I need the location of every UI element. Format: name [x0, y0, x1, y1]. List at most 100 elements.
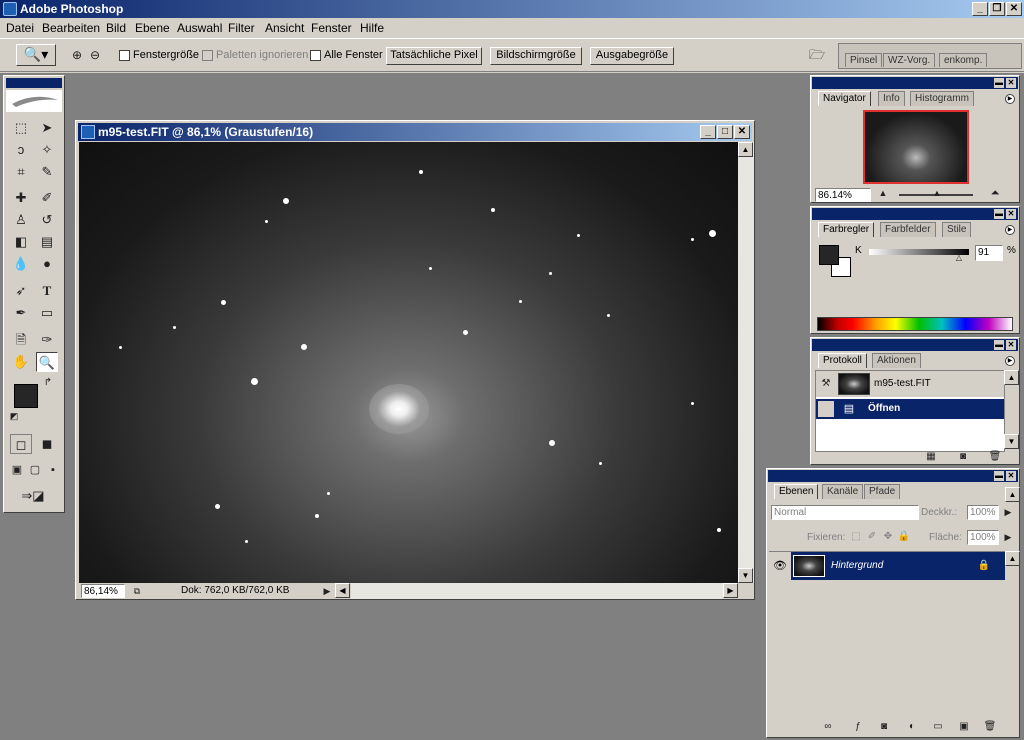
alle-fenster-checkbox[interactable] — [310, 50, 321, 61]
new-snapshot-icon[interactable]: ◙ — [955, 450, 971, 464]
jump-to-imageready-icon[interactable]: ⇒◪ — [10, 486, 56, 506]
scroll-down-button[interactable]: ▼ — [738, 568, 753, 583]
scroll-up-button[interactable]: ▲ — [738, 142, 753, 157]
navigator-zoom-field[interactable]: 86.14% — [815, 188, 871, 202]
menu-filter[interactable]: Filter — [228, 21, 255, 35]
lock-transparency-icon[interactable]: ⬚ — [849, 529, 863, 545]
paletten-ignorieren-checkbox[interactable] — [202, 50, 213, 61]
layers-palette-header[interactable]: ▬ ✕ — [768, 470, 1018, 482]
history-snapshot-row[interactable]: ⚒ m95-test.FIT — [816, 371, 1004, 397]
navigator-thumbnail[interactable] — [863, 110, 969, 184]
screen-mode-full-icon[interactable]: ▪ — [44, 460, 62, 480]
close-button[interactable]: ✕ — [1006, 2, 1022, 16]
color-palette-menu-icon[interactable]: ▶ — [1005, 225, 1015, 235]
minimize-button[interactable]: _ — [972, 2, 988, 16]
tab-stile[interactable]: Stile — [942, 222, 972, 237]
opacity-dropdown-icon[interactable]: ▶ — [1001, 505, 1015, 520]
hand-tool-icon[interactable]: ✋ — [10, 352, 32, 372]
navigator-zoom-out-icon[interactable]: ▲ — [877, 186, 889, 200]
scroll-right-button[interactable]: ▶ — [723, 583, 738, 598]
brush-tool-icon[interactable]: ✐ — [36, 188, 58, 208]
fill-field[interactable]: 100% — [967, 530, 999, 545]
tab-aktionen[interactable]: Aktionen — [872, 353, 921, 368]
lasso-tool-icon[interactable]: ↄ — [10, 140, 32, 160]
tab-farbregler[interactable]: Farbregler — [818, 222, 875, 237]
document-title-bar[interactable]: m95-test.FIT @ 86,1% (Graustufen/16) _ □… — [78, 123, 752, 141]
navigator-palette-header[interactable]: ▬ ✕ — [812, 77, 1018, 89]
marquee-tool-icon[interactable]: ⬚ — [10, 118, 32, 138]
menu-bild[interactable]: Bild — [106, 21, 126, 35]
well-tab-wz-vorg[interactable]: WZ-Vorg. — [883, 53, 936, 67]
path-selection-tool-icon[interactable]: ➶ — [10, 281, 32, 301]
tool-preset-zoom-icon[interactable]: 🔍▾ — [16, 44, 56, 66]
well-tab-pinsel[interactable]: Pinsel — [845, 53, 883, 67]
layer-style-icon[interactable]: ƒ — [849, 719, 867, 735]
clone-stamp-tool-icon[interactable]: ♙ — [10, 210, 32, 230]
status-menu-arrow-icon[interactable]: ▶ — [321, 583, 333, 599]
history-minimize-icon[interactable]: ▬ — [994, 340, 1004, 350]
tab-info[interactable]: Info — [878, 91, 905, 106]
layer-visibility-eye-icon[interactable]: 👁 — [769, 552, 791, 580]
color-foreground-swatch[interactable] — [819, 245, 839, 265]
move-tool-icon[interactable]: ➤ — [36, 118, 58, 138]
lock-position-icon[interactable]: ✥ — [881, 529, 895, 545]
pen-tool-icon[interactable]: ✒ — [10, 303, 32, 323]
quick-mask-mode-icon[interactable]: ◼ — [36, 434, 58, 454]
eraser-tool-icon[interactable]: ◧ — [10, 232, 32, 252]
navigator-palette-menu-icon[interactable]: ▶ — [1005, 94, 1015, 104]
history-brush-source-icon[interactable]: ⚒ — [818, 374, 834, 392]
layer-mask-icon[interactable]: ◙ — [875, 719, 893, 735]
navigator-minimize-icon[interactable]: ▬ — [994, 78, 1004, 88]
opacity-field[interactable]: 100% — [967, 505, 999, 520]
color-close-icon[interactable]: ✕ — [1006, 209, 1016, 219]
bildschirmgroesse-button[interactable]: Bildschirmgröße — [490, 47, 582, 65]
tab-ebenen[interactable]: Ebenen — [774, 484, 819, 499]
layer-row-hintergrund[interactable]: 👁 Hintergrund 🔒 — [769, 552, 1005, 580]
tab-kanaele[interactable]: Kanäle — [822, 484, 864, 499]
toolbox-header[interactable] — [6, 78, 62, 88]
fenstergroesse-checkbox[interactable] — [119, 50, 130, 61]
history-scroll-up-button[interactable]: ▲ — [1004, 370, 1019, 385]
blend-mode-select[interactable]: Normal — [771, 505, 919, 520]
new-document-from-state-icon[interactable]: ▦ — [923, 450, 939, 464]
doc-close-button[interactable]: ✕ — [734, 125, 750, 139]
adobe-feather-logo[interactable] — [6, 90, 62, 112]
gradient-tool-icon[interactable]: ▤ — [36, 232, 58, 252]
history-close-icon[interactable]: ✕ — [1006, 340, 1016, 350]
menu-hilfe[interactable]: Hilfe — [360, 21, 384, 35]
type-tool-icon[interactable]: T — [36, 281, 58, 301]
tab-histogramm[interactable]: Histogramm — [910, 91, 974, 106]
history-step-checkbox[interactable] — [818, 401, 834, 417]
new-layer-icon[interactable]: ▣ — [955, 719, 973, 735]
default-colors-icon[interactable]: ◩ — [8, 410, 20, 422]
navigator-zoom-in-icon[interactable]: ⏶ — [985, 186, 1005, 200]
zoom-tool-icon[interactable]: 🔍 — [36, 352, 58, 372]
history-scroll-down-button[interactable]: ▼ — [1004, 434, 1019, 449]
document-icon[interactable] — [81, 125, 95, 139]
lock-all-icon[interactable]: 🔒 — [897, 529, 911, 545]
layers-close-icon[interactable]: ✕ — [1006, 471, 1016, 481]
menu-ebene[interactable]: Ebene — [135, 21, 170, 35]
layers-minimize-icon[interactable]: ▬ — [994, 471, 1004, 481]
well-tab-ebenenkomp[interactable]: enkomp. — [939, 53, 988, 67]
eyedropper-tool-icon[interactable]: ✑ — [36, 330, 58, 350]
zoom-field[interactable]: 86,14% — [81, 584, 125, 598]
scroll-left-button[interactable]: ◀ — [335, 583, 350, 598]
history-brush-tool-icon[interactable]: ↺ — [36, 210, 58, 230]
ausgabegroesse-button[interactable]: Ausgabegröße — [590, 47, 674, 65]
navigator-close-icon[interactable]: ✕ — [1006, 78, 1016, 88]
photoshop-app-icon[interactable] — [3, 2, 17, 16]
navigator-slider-thumb-icon[interactable]: ▲ — [931, 186, 943, 200]
color-palette-header[interactable]: ▬ ✕ — [812, 208, 1018, 220]
tatsaechliche-pixel-button[interactable]: Tatsächliche Pixel — [386, 47, 482, 65]
tab-farbfelder[interactable]: Farbfelder — [880, 222, 936, 237]
menu-datei[interactable]: Datei — [6, 21, 34, 35]
zoom-out-icon[interactable]: ⊖ — [84, 45, 106, 65]
fill-dropdown-icon[interactable]: ▶ — [1001, 530, 1015, 545]
tab-pfade[interactable]: Pfade — [864, 484, 901, 499]
color-ramp[interactable] — [817, 317, 1013, 331]
history-palette-header[interactable]: ▬ ✕ — [812, 339, 1018, 351]
dodge-tool-icon[interactable]: ● — [36, 254, 58, 274]
layers-scroll-up-list-button[interactable]: ▲ — [1005, 551, 1020, 566]
doc-minimize-button[interactable]: _ — [700, 125, 716, 139]
